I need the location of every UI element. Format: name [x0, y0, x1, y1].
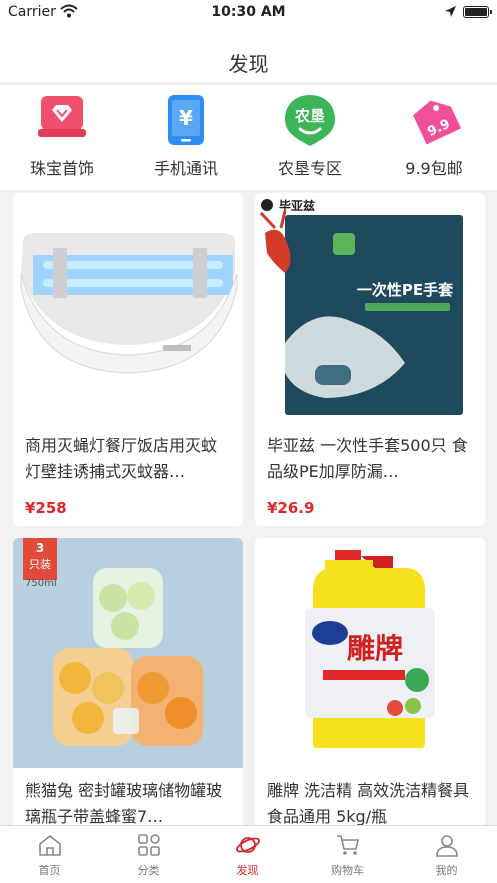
- home-icon: [38, 835, 61, 856]
- category-phone[interactable]: ¥ 手机通讯: [131, 93, 241, 179]
- category-nongken[interactable]: 农垦 农垦专区: [255, 93, 365, 179]
- page-title: 发现: [228, 52, 269, 76]
- nongken-icon: 农垦: [285, 95, 335, 146]
- category-label: 手机通讯: [153, 159, 218, 178]
- price-tag-icon: 9.9: [413, 100, 461, 145]
- cart-icon: [336, 835, 359, 855]
- category-label: 9.9包邮: [405, 159, 463, 178]
- fly-killer-lamp-image: [13, 193, 243, 423]
- product-card[interactable]: 3 只装 750ml 熊猫兔 密封罐玻璃储物罐玻璃瓶子带盖蜂蜜7…: [13, 538, 243, 838]
- tab-mine[interactable]: 我的: [397, 832, 496, 878]
- tab-discover[interactable]: 发现: [198, 832, 297, 878]
- tab-label: 首页: [38, 864, 61, 877]
- product-name: 熊猫兔 密封罐玻璃储物罐玻璃瓶子带盖蜂蜜7…: [25, 781, 223, 826]
- category-nine-nine[interactable]: 9.9 9.9包邮: [379, 93, 489, 179]
- tab-category[interactable]: 分类: [99, 832, 198, 878]
- planet-icon: [235, 837, 260, 853]
- product-name: 商用灭蝇灯餐厅饭店用灭蚊灯壁挂诱捕式灭蚊器…: [25, 436, 218, 481]
- detergent-bottle-image: 雕牌: [255, 538, 485, 768]
- category-label: 珠宝首饰: [29, 159, 94, 178]
- product-price: ¥26.9: [267, 499, 315, 517]
- svg-text:毕亚兹: 毕亚兹: [279, 198, 315, 213]
- disposable-gloves-image: 毕亚兹 一次性PE手套: [255, 193, 485, 423]
- tab-bar: 首页 分类 发现 购物车 我的: [0, 825, 497, 883]
- glass-jars-image: 3 只装 750ml: [13, 538, 243, 768]
- category-row: 珠宝首饰 ¥ 手机通讯 农垦 农垦专区 9.9 9.9包邮: [0, 85, 497, 190]
- tab-label: 我的: [435, 864, 458, 877]
- product-card[interactable]: 商用灭蝇灯餐厅饭店用灭蚊灯壁挂诱捕式灭蚊器… ¥258: [13, 193, 243, 526]
- grid-icon: [137, 834, 160, 856]
- svg-text:一次性PE手套: 一次性PE手套: [357, 281, 454, 299]
- tab-label: 发现: [236, 864, 259, 877]
- nav-bar: 发现: [0, 26, 497, 84]
- svg-text:750ml: 750ml: [25, 578, 57, 589]
- user-icon: [435, 835, 458, 857]
- location-arrow-icon: [445, 6, 456, 17]
- clock: 10:30 AM: [211, 4, 286, 20]
- product-card[interactable]: 毕亚兹 一次性PE手套 毕亚兹 一次性手套500只 食品级PE加厚防漏… ¥26…: [255, 193, 485, 526]
- svg-text:¥: ¥: [179, 106, 193, 130]
- product-name: 雕牌 洗洁精 高效洗洁精餐具 食品通用 5kg/瓶: [267, 781, 470, 826]
- product-price: ¥258: [25, 499, 67, 517]
- tab-cart[interactable]: 购物车: [298, 832, 397, 878]
- svg-text:雕牌: 雕牌: [347, 632, 403, 665]
- svg-text:农垦: 农垦: [294, 107, 325, 125]
- tab-home[interactable]: 首页: [0, 832, 99, 878]
- status-bar: Carrier 10:30 AM: [0, 0, 497, 26]
- product-name: 毕亚兹 一次性手套500只 食品级PE加厚防漏…: [267, 436, 468, 481]
- product-card[interactable]: 雕牌 雕牌 洗洁精 高效洗洁精餐具 食品通用 5kg/瓶: [255, 538, 485, 838]
- svg-text:3: 3: [36, 541, 44, 555]
- category-jewelry[interactable]: 珠宝首饰: [7, 93, 117, 179]
- svg-text:只装: 只装: [29, 558, 51, 571]
- phone-yen-icon: ¥: [168, 95, 204, 145]
- tab-label: 分类: [137, 864, 160, 877]
- category-label: 农垦专区: [277, 159, 342, 178]
- jewelry-icon: [38, 96, 86, 137]
- battery-icon: [463, 6, 492, 18]
- tab-label: 购物车: [331, 864, 364, 877]
